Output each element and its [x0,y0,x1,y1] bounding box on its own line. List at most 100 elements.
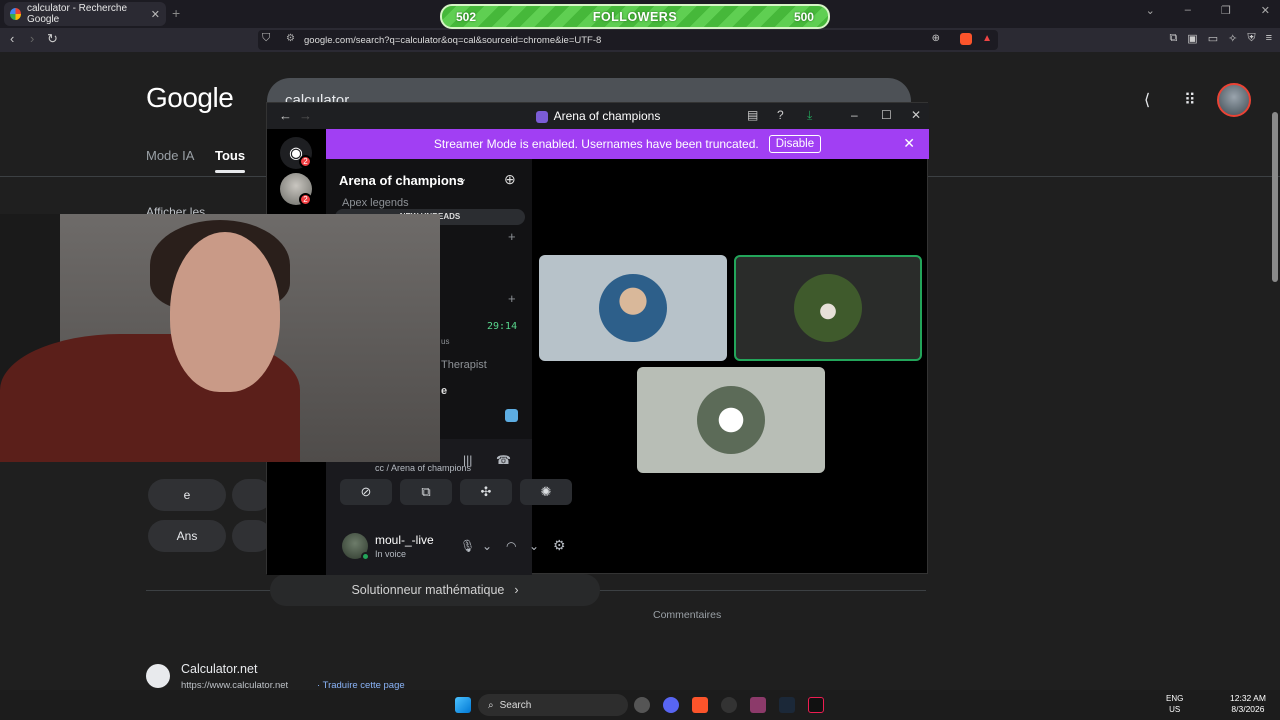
avatar[interactable] [1217,83,1251,117]
discord-taskbar-icon[interactable] [663,697,679,713]
video-tile-speaking[interactable] [734,255,922,361]
tab-tous[interactable]: Tous [215,148,246,173]
result-title[interactable]: Calculator.net [181,662,257,676]
steam-icon[interactable] [779,697,795,713]
app-icon[interactable] [634,697,650,713]
calc-key-ans[interactable]: Ans [148,520,226,552]
noise-suppression-icon[interactable]: ||| [463,453,472,467]
wallet-icon[interactable]: ▭ [1208,32,1218,45]
voice-channel-path[interactable]: cc / Arena of champions [375,463,471,473]
soundboard-button[interactable]: ✺ [520,479,572,505]
microphone-icon[interactable]: 🎙 [460,539,475,553]
share-icon[interactable]: ⟨ [1144,90,1150,110]
back-icon[interactable]: ‹ [10,31,14,46]
app-icon[interactable] [750,697,766,713]
activities-button[interactable]: ✣ [460,479,512,505]
sidebar-icon[interactable]: ▣ [1187,32,1197,45]
video-tile[interactable] [539,255,727,361]
participant-avatar [794,274,862,342]
channel-therapist[interactable]: Therapist [441,359,487,371]
streamer-message: Streamer Mode is enabled. Usernames have… [433,137,759,151]
help-icon[interactable]: ? [777,108,784,122]
notification-badge: 2 [299,155,312,168]
scrollbar[interactable] [1272,112,1278,282]
channel-apex[interactable]: Apex legends [342,197,409,209]
zoom-icon[interactable]: ⊕ [932,33,940,44]
download-icon[interactable]: ⤓ [807,108,812,123]
app-icon[interactable] [721,697,737,713]
brave-taskbar-icon[interactable] [692,697,708,713]
followers-goal-bar: 502 FOLLOWERS 500 [440,4,830,29]
google-logo[interactable]: Google [146,82,234,114]
maximize-icon[interactable]: ❐ [1221,4,1231,17]
taskbar-search-label: Search [499,699,532,711]
site-info-icon[interactable]: ⚙ [286,33,295,44]
menu-icon[interactable]: ≡ [1266,32,1272,45]
calc-key-e[interactable]: e [148,479,226,511]
math-solver-button[interactable]: Solutionneur mathématique › [270,574,600,606]
chevron-down-icon[interactable]: ⌄ [482,539,492,553]
voice-timer: 29:14 [487,321,518,332]
camera-off-button[interactable]: ⊘ [340,479,392,505]
server-name[interactable]: Arena of champions [339,173,464,188]
server-icon [535,110,548,123]
browser-nav-bar: ‹ › ↻ ⛉ ⚙ google.com/search?q=calculator… [0,28,1280,52]
disable-button[interactable]: Disable [768,135,822,153]
vpn-icon[interactable]: ⛨ [1247,32,1255,45]
video-tile[interactable] [637,367,825,473]
followers-current: 502 [456,9,477,24]
chevron-down-icon[interactable]: ⌄ [458,172,467,185]
minimize-icon[interactable]: – [1185,4,1191,17]
minimize-icon[interactable]: – [851,108,858,122]
inbox-icon[interactable]: ▤ [747,108,758,122]
add-channel-icon[interactable]: + [508,291,516,306]
close-icon[interactable]: ✕ [1261,4,1270,17]
lang-code: ENG [1166,694,1184,703]
extensions-icon[interactable]: ⧉ [1169,32,1177,45]
add-channel-icon[interactable]: + [508,229,516,244]
close-icon[interactable]: ✕ [911,108,921,122]
channel-e[interactable]: e [441,385,447,397]
lang-region: US [1169,705,1181,714]
forward-icon[interactable]: › [30,31,34,46]
url-bar[interactable]: ⛉ ⚙ google.com/search?q=calculator&oq=ca… [258,30,998,50]
followers-label: FOLLOWERS [592,9,678,24]
screenshare-button[interactable]: ⧉ [400,479,452,505]
participant-avatar [599,274,667,342]
headphones-icon[interactable]: ◠ [506,539,516,553]
tab-mode-ia[interactable]: Mode IA [146,148,194,163]
maximize-icon[interactable]: ☐ [881,108,892,122]
window-title: Arena of champions [553,109,661,123]
comments-link[interactable]: Commentaires [653,609,721,621]
windows-start-icon[interactable] [455,697,471,713]
language-indicator[interactable]: ENG US [1166,693,1183,715]
activity-icon [505,409,518,422]
new-tab-button[interactable]: + [172,5,180,21]
bookmark-icon[interactable]: ⛉ [262,32,270,45]
reload-icon[interactable]: ↻ [47,31,58,47]
rewards-icon[interactable]: ▲ [982,33,992,44]
streamer-mode-banner: Streamer Mode is enabled. Usernames have… [326,129,929,159]
tab-close-icon[interactable]: ✕ [151,8,160,21]
tab-title: calculator - Recherche Google [27,3,128,25]
url-text[interactable]: google.com/search?q=calculator&oq=cal&so… [304,35,601,46]
clock-time: 12:32 AM [1230,693,1266,703]
brave-shield-icon[interactable] [960,33,972,45]
chevron-down-icon[interactable]: ⌄ [529,539,539,553]
chevron-down-icon[interactable]: ⌄ [1146,4,1155,17]
channel-us[interactable]: us [441,337,449,346]
tiktok-icon[interactable] [808,697,824,713]
leo-icon[interactable]: ✧ [1228,32,1237,45]
invite-people-icon[interactable]: ⊕ [504,171,516,188]
settings-gear-icon[interactable]: ⚙ [553,537,566,554]
close-banner-icon[interactable]: ✕ [903,135,915,152]
browser-tab[interactable]: calculator - Recherche Google ✕ [4,2,166,26]
followers-goal: 500 [793,9,814,24]
discord-titlebar: ← → Arena of champions ▤ ? ⤓ – ☐ ✕ [267,103,929,129]
taskbar-search[interactable]: ⌕ Search [478,694,628,716]
apps-grid-icon[interactable]: ⠿ [1184,90,1196,110]
clock[interactable]: 12:32 AM 8/3/2026 [1230,693,1266,715]
username[interactable]: moul-_-live [375,533,434,547]
math-solver-label: Solutionneur mathématique [351,583,505,597]
disconnect-icon[interactable]: ☎ [496,453,511,467]
